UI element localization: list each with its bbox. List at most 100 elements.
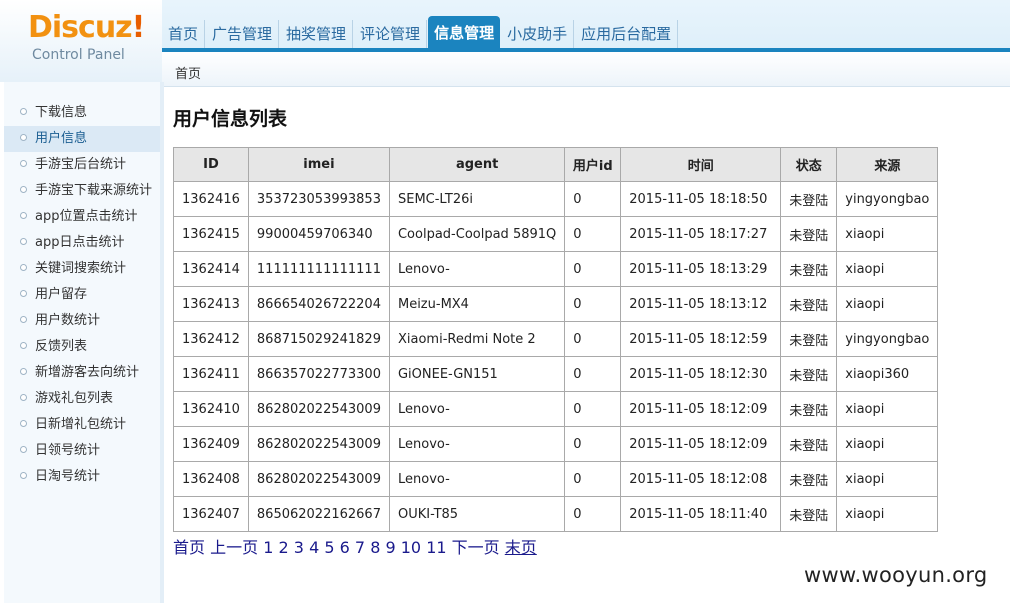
sidebar-item-5[interactable]: app日点击统计 (4, 230, 160, 256)
table-cell: 2015-11-05 18:18:50 (620, 181, 782, 217)
table-cell: 1362412 (173, 321, 249, 357)
table-cell: 862802022543009 (247, 426, 390, 462)
table-cell: 2015-11-05 18:12:30 (620, 356, 782, 392)
table-cell: 0 (564, 216, 622, 252)
breadcrumb[interactable]: 首页 (175, 63, 201, 82)
table-row: 1362411 866357022773300 GiONEE-GN151 0 2015-… (173, 356, 939, 392)
sidebar-item-label: 手游宝下载来源统计 (35, 183, 153, 198)
bullet-icon (20, 212, 27, 219)
table-cell: xiaopi (836, 216, 939, 252)
page-title: 用户信息列表 (173, 108, 288, 130)
bullet-icon (20, 264, 27, 271)
table-cell: xiaopi (836, 391, 939, 427)
table-cell: Xiaomi-Redmi Note 2 (388, 321, 566, 357)
sidebar-item-6[interactable]: 关键词搜索统计 (4, 256, 160, 282)
logo-wordmark: Discuz! (28, 10, 145, 45)
table-cell: 1362416 (173, 181, 249, 217)
pager-page-link[interactable]: 5 (324, 538, 334, 557)
sidebar-item-label: 游戏礼包列表 (35, 391, 114, 406)
bullet-icon (20, 446, 27, 453)
column-header: 用户id (564, 147, 622, 182)
table-cell: 1362415 (173, 216, 249, 252)
table-cell: 未登陆 (780, 496, 838, 532)
bullet-icon (20, 394, 27, 401)
table-row: 1362413 866654026722204 Meizu-MX4 0 2015-11-… (173, 286, 939, 322)
table-cell: Coolpad-Coolpad 5891Q (388, 216, 566, 252)
bullet-icon (20, 316, 27, 323)
top-nav-item-4[interactable]: 信息管理 (428, 16, 501, 48)
sidebar-item-11[interactable]: 游戏礼包列表 (4, 386, 160, 412)
top-nav-item-5[interactable]: 小皮助手 (501, 20, 575, 48)
top-nav-item-3[interactable]: 评论管理 (354, 20, 428, 48)
top-nav-item-1[interactable]: 广告管理 (206, 20, 280, 48)
table-cell: 0 (564, 496, 622, 532)
sidebar-item-10[interactable]: 新增游客去向统计 (4, 360, 160, 386)
table-cell: 2015-11-05 18:17:27 (620, 216, 782, 252)
sidebar-item-14[interactable]: 日淘号统计 (4, 464, 160, 490)
table-cell: 0 (564, 461, 622, 497)
table-cell: 1362413 (173, 286, 249, 322)
pager-page-link[interactable]: 7 (355, 538, 365, 557)
table-cell: 866654026722204 (247, 286, 390, 322)
top-nav-item-6[interactable]: 应用后台配置 (575, 20, 679, 48)
sidebar-item-12[interactable]: 日新增礼包统计 (4, 412, 160, 438)
table-cell: 862802022543009 (247, 461, 390, 497)
sidebar-item-label: 关键词搜索统计 (35, 261, 127, 276)
column-header: 时间 (620, 147, 782, 182)
sidebar-item-label: app位置点击统计 (35, 209, 138, 224)
table-cell: yingyongbao (836, 181, 939, 217)
user-info-table: ID imei agent 用户id 时间 状态 来源 1362416 35372305399… (173, 147, 939, 532)
table-cell: 1362407 (173, 496, 249, 532)
pager-page-link[interactable]: 1 (263, 538, 273, 557)
table-cell: 未登陆 (780, 391, 838, 427)
pager-page-link[interactable]: 9 (385, 538, 395, 557)
table-cell: 2015-11-05 18:12:09 (620, 391, 782, 427)
sidebar-item-0[interactable]: 下载信息 (4, 100, 160, 126)
logo-subtitle: Control Panel (32, 47, 125, 63)
table-cell: 未登陆 (780, 216, 838, 252)
top-nav-item-0[interactable]: 首页 (162, 20, 206, 48)
table-row: 1362412 868715029241829 Xiaomi-Redmi Note … (173, 321, 939, 357)
sidebar-item-label: 日领号统计 (35, 443, 101, 458)
sidebar-menu: 下载信息 用户信息 手游宝后台统计手游宝下载来源统计 app位置点击统计 app日点击统… (4, 100, 160, 490)
sidebar-item-1[interactable]: 用户信息 (4, 126, 160, 152)
bullet-icon (20, 342, 27, 349)
pager-page-link[interactable]: 8 (370, 538, 380, 557)
sidebar-item-9[interactable]: 反馈列表 (4, 334, 160, 360)
table-cell: 1362411 (173, 356, 249, 392)
top-nav-item-2[interactable]: 抽奖管理 (280, 20, 354, 48)
bullet-icon (20, 290, 27, 297)
sidebar-item-label: 用户数统计 (35, 313, 101, 328)
pager-page-link[interactable]: 10 (401, 538, 421, 557)
sidebar-item-8[interactable]: 用户数统计 (4, 308, 160, 334)
sidebar-item-4[interactable]: app位置点击统计 (4, 204, 160, 230)
bullet-icon (20, 134, 27, 141)
sidebar-item-2[interactable]: 手游宝后台统计 (4, 152, 160, 178)
table-cell: GiONEE-GN151 (388, 356, 566, 392)
table-cell: 未登陆 (780, 461, 838, 497)
pager-page-link[interactable]: 4 (309, 538, 319, 557)
table-row: 1362416 353723053993853 SEMC-LT26i 0 2015-11… (173, 181, 939, 217)
pager-first-link[interactable]: 首页 (173, 538, 205, 557)
sidebar-item-13[interactable]: 日领号统计 (4, 438, 160, 464)
pager-next-link[interactable]: 下一页 (452, 538, 500, 557)
pager-last-link[interactable]: 末页 (505, 538, 537, 557)
table-row: 1362410 862802022543009 Lenovo- 0 2015-11-05… (173, 391, 939, 427)
table-cell: 353723053993853 (247, 181, 390, 217)
table-cell: 1362408 (173, 461, 249, 497)
pager-page-link[interactable]: 2 (279, 538, 289, 557)
pager-page-link[interactable]: 11 (426, 538, 446, 557)
table-cell: 0 (564, 321, 622, 357)
pager-page-link[interactable]: 6 (340, 538, 350, 557)
column-header: 来源 (836, 147, 939, 182)
logo[interactable]: Discuz! Control Panel (0, 0, 162, 82)
table-cell: 0 (564, 391, 622, 427)
table-cell: xiaopi (836, 461, 939, 497)
table-row: 1362408 862802022543009 Lenovo- 0 2015-11-05… (173, 461, 939, 497)
table-cell: 2015-11-05 18:11:40 (620, 496, 782, 532)
table-cell: 868715029241829 (247, 321, 390, 357)
pager-prev-link[interactable]: 上一页 (210, 538, 258, 557)
pager-page-link[interactable]: 3 (294, 538, 304, 557)
sidebar-item-3[interactable]: 手游宝下载来源统计 (4, 178, 160, 204)
sidebar-item-7[interactable]: 用户留存 (4, 282, 160, 308)
